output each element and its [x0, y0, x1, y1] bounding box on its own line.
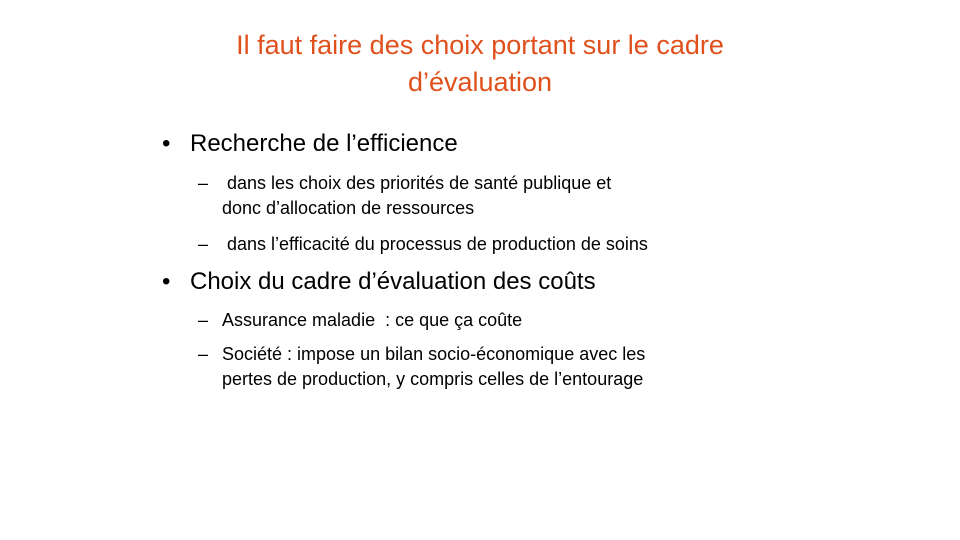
bullet-list: • Recherche de l’efficience – dans les c…: [0, 0, 960, 540]
bullet-label: Recherche de l’efficience: [190, 130, 458, 157]
sub-item-societe: – Société : impose un bilan socio-économ…: [198, 342, 822, 392]
bullet-label: Choix du cadre d’évaluation des coûts: [190, 268, 596, 295]
sub-item-line: Société : impose un bilan socio-économiq…: [222, 344, 646, 364]
dash-icon: –: [198, 173, 209, 193]
dash-icon: –: [198, 310, 209, 330]
sub-item-line: dans les choix des priorités de santé pu…: [222, 173, 612, 193]
sub-item-line: donc d’allocation de ressources: [222, 198, 475, 218]
sub-item-efficacite: – dans l’efficacité du processus de prod…: [198, 232, 822, 257]
dash-icon: –: [198, 344, 209, 364]
bullet-icon: •: [162, 268, 171, 295]
sub-item-line: Assurance maladie : ce que ça coûte: [222, 310, 523, 330]
sub-item-priorites: – dans les choix des priorités de santé …: [198, 171, 822, 221]
bullet-item-efficience: • Recherche de l’efficience: [162, 130, 458, 158]
slide: Il faut faire des choix portant sur le c…: [0, 0, 960, 540]
sub-item-line: pertes de production, y compris celles d…: [222, 369, 644, 389]
bullet-icon: •: [162, 130, 171, 157]
bullet-item-cadre-couts: • Choix du cadre d’évaluation des coûts: [162, 268, 596, 296]
dash-icon: –: [198, 234, 209, 254]
sub-item-line: dans l’efficacité du processus de produc…: [222, 234, 648, 254]
sub-item-assurance: – Assurance maladie : ce que ça coûte: [198, 308, 822, 333]
